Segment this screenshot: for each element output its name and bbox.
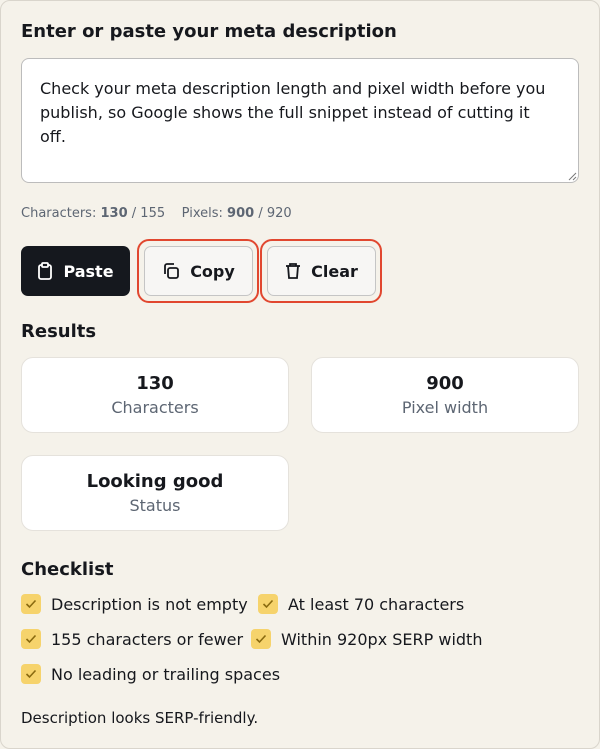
length-counts: Characters: 130 / 155 Pixels: 900 / 920 <box>21 206 292 221</box>
checkmark-icon <box>25 634 37 644</box>
copy-button-label: Copy <box>190 261 235 281</box>
characters-count-value: 130 <box>100 206 128 221</box>
checklist-item-label: Within 920px SERP width <box>281 629 483 649</box>
pixels-separator: / <box>258 206 263 221</box>
copy-icon <box>164 263 180 279</box>
result-card-pixel-width: 900 Pixel width <box>311 357 579 433</box>
characters-separator: / <box>131 206 137 221</box>
trash-icon <box>286 263 301 279</box>
meta-description-tool: Enter or paste your meta description Cha… <box>0 0 600 749</box>
result-label: Characters <box>111 398 199 417</box>
pixels-count-value: 900 <box>227 206 255 221</box>
result-card-characters: 130 Characters <box>21 357 289 433</box>
result-label: Status <box>129 496 181 515</box>
pixels-count-label: Pixels: <box>181 206 223 221</box>
result-card-status: Looking good Status <box>21 455 289 531</box>
characters-count-label: Characters: <box>21 206 97 221</box>
checklist-heading: Checklist <box>21 559 114 580</box>
checkbox-checked[interactable] <box>21 664 41 684</box>
summary-text: Description looks SERP-friendly. <box>21 709 259 727</box>
input-heading: Enter or paste your meta description <box>21 21 397 42</box>
result-value: Looking good <box>86 471 224 492</box>
checklist-item-label: No leading or trailing spaces <box>51 664 281 684</box>
results-heading: Results <box>21 321 97 342</box>
checkmark-icon <box>262 599 274 609</box>
checklist-item: 155 characters or fewer <box>21 629 243 649</box>
clear-button[interactable]: Clear <box>267 246 376 296</box>
resize-grip-icon[interactable] <box>567 171 577 181</box>
checklist-item-label: Description is not empty <box>51 594 248 614</box>
checklist-item: Within 920px SERP width <box>251 629 482 649</box>
meta-description-textarea[interactable] <box>21 58 579 183</box>
paste-button[interactable]: Paste <box>21 246 130 296</box>
checklist-item: Description is not empty <box>21 594 248 614</box>
clear-button-label: Clear <box>311 261 358 281</box>
checkmark-icon <box>25 599 37 609</box>
checklist-item-label: At least 70 characters <box>288 594 465 614</box>
clipboard-icon <box>38 262 53 280</box>
checkmark-icon <box>25 669 37 679</box>
result-value: 900 <box>426 373 464 394</box>
copy-button[interactable]: Copy <box>144 246 253 296</box>
checkbox-checked[interactable] <box>258 594 278 614</box>
checkbox-checked[interactable] <box>21 594 41 614</box>
checklist-item-label: 155 characters or fewer <box>51 629 244 649</box>
checkbox-checked[interactable] <box>251 629 271 649</box>
checklist-item: At least 70 characters <box>258 594 464 614</box>
checkbox-checked[interactable] <box>21 629 41 649</box>
pixels-count-max: 920 <box>266 206 292 221</box>
result-value: 130 <box>136 373 174 394</box>
checklist-item: No leading or trailing spaces <box>21 664 280 684</box>
checkmark-icon <box>255 634 267 644</box>
result-label: Pixel width <box>401 398 489 417</box>
characters-count-max: 155 <box>140 206 166 221</box>
paste-button-label: Paste <box>63 261 114 281</box>
